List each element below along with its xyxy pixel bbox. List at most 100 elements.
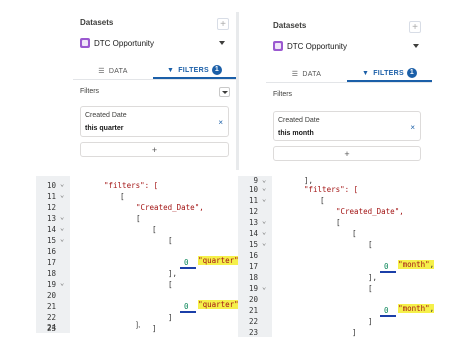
line-number: 23 (248, 328, 258, 337)
filters-dropdown-button[interactable] (219, 87, 230, 97)
dataset-name: DTC Opportunity (94, 39, 155, 48)
close-icon[interactable]: × (218, 118, 223, 127)
highlighted-string: "month" (398, 260, 430, 269)
fold-chevron-icon[interactable]: ⌄ (262, 283, 266, 291)
right-code-editor: 9 ⌄ 10 ⌄ 11 ⌄ 12 13 ⌄ 14 ⌄ 15 ⌄ 16 17 18… (238, 176, 438, 337)
line-number: 20 (248, 295, 258, 304)
datasets-label: Datasets (80, 18, 114, 27)
code-line-highlighted: "quarter", (180, 247, 244, 274)
code-line: "Created_Date", (136, 203, 204, 212)
highlighted-string: "month" (398, 304, 430, 313)
right-dataset-panel: Datasets + DTC Opportunity ☰ DATA ▼ FILT… (266, 15, 432, 170)
tab-data[interactable]: ☰ DATA (73, 63, 153, 79)
plus-icon: + (151, 145, 158, 155)
line-number: 15 (46, 236, 56, 245)
fold-chevron-icon[interactable]: ⌄ (60, 235, 64, 243)
left-code-editor: 10 ⌄ 11 ⌄ 12 13 ⌄ 14 ⌄ 15 ⌄ 16 17 18 19 … (36, 176, 244, 333)
tab-filters[interactable]: ▼ FILTERS 1 (153, 63, 236, 79)
line-number: 16 (46, 247, 56, 256)
chevron-down-icon[interactable] (219, 41, 225, 45)
filter-count-badge: 1 (211, 65, 222, 75)
code-line: 0 (384, 306, 389, 315)
code-line: [ (136, 214, 141, 223)
fold-chevron-icon[interactable]: ⌄ (60, 180, 64, 188)
code-line: ], (304, 176, 314, 185)
annotation-underline (180, 311, 196, 313)
add-dataset-button[interactable]: + (217, 18, 229, 30)
plus-icon: + (344, 149, 350, 159)
chevron-down-icon[interactable] (413, 44, 419, 48)
fold-chevron-icon[interactable]: ⌄ (262, 228, 266, 236)
filters-label: Filters (273, 91, 293, 98)
filter-value: this quarter (85, 125, 124, 132)
code-line: ] (352, 328, 357, 337)
code-line: [ (320, 196, 325, 205)
fold-chevron-icon[interactable]: ⌄ (262, 184, 266, 192)
code-line: [ (368, 284, 373, 293)
fold-chevron-icon[interactable]: ⌄ (262, 176, 266, 184)
line-number: 12 (248, 207, 258, 216)
filter-count-badge: 1 (406, 68, 417, 78)
highlighted-string: "quarter" (198, 300, 239, 309)
line-number: 11 (248, 196, 258, 205)
add-dataset-button[interactable]: + (409, 21, 421, 33)
filter-card[interactable]: Created Date this quarter × (80, 106, 229, 137)
add-filter-button[interactable]: + (80, 142, 229, 157)
line-number: 21 (46, 302, 56, 311)
line-number: 17 (46, 258, 56, 267)
add-filter-button[interactable]: + (273, 146, 421, 161)
filter-card[interactable]: Created Date this month × (273, 111, 421, 141)
dataset-icon (273, 41, 283, 51)
annotation-underline (380, 271, 396, 273)
filters-label: Filters (80, 88, 100, 95)
line-number: 16 (248, 251, 258, 260)
code-line: [ (168, 280, 173, 289)
fold-chevron-icon[interactable]: ⌄ (60, 213, 64, 221)
fold-chevron-icon[interactable]: ⌄ (262, 195, 266, 203)
code-line: ], (136, 320, 141, 329)
close-icon[interactable]: × (410, 123, 415, 132)
fold-chevron-icon[interactable]: ⌄ (262, 239, 266, 247)
list-icon: ☰ (291, 71, 299, 78)
dataset-name: DTC Opportunity (287, 42, 348, 51)
line-number: 12 (46, 203, 56, 212)
code-line: ] (368, 317, 373, 326)
fold-chevron-icon[interactable]: ⌄ (60, 224, 64, 232)
line-number: 24 (46, 323, 56, 332)
line-number: 13 (46, 214, 56, 223)
filter-field-label: Created Date (278, 117, 320, 124)
line-number: 15 (248, 240, 258, 249)
panel-tabs: ☰ DATA ▼ FILTERS 1 (266, 66, 432, 83)
code-line-highlighted: "quarter", (180, 291, 244, 318)
fold-chevron-icon[interactable]: ⌄ (60, 279, 64, 287)
code-line: 0 (184, 258, 189, 267)
line-number: 14 (46, 225, 56, 234)
line-number: 21 (248, 306, 258, 315)
annotation-underline (180, 267, 196, 269)
line-number: 18 (46, 269, 56, 278)
left-dataset-panel: Datasets + DTC Opportunity ☰ DATA ▼ FILT… (73, 12, 236, 170)
datasets-label: Datasets (273, 21, 307, 30)
fold-chevron-icon[interactable]: ⌄ (60, 191, 64, 199)
code-line: "filters": [ (104, 181, 159, 190)
code-line: [ (352, 229, 357, 238)
tab-data-label: DATA (108, 67, 128, 75)
code-line: ], (368, 273, 378, 282)
line-number: 14 (248, 229, 258, 238)
code-line: ] (152, 324, 157, 333)
filter-field-label: Created Date (85, 112, 127, 119)
line-number: 18 (248, 273, 258, 282)
tab-data[interactable]: ☰ DATA (266, 66, 347, 82)
line-number: 10 (46, 181, 56, 190)
dataset-icon (80, 38, 90, 48)
code-line: ], (168, 269, 178, 278)
line-number: 20 (46, 291, 56, 300)
tab-filters[interactable]: ▼ FILTERS 1 (347, 66, 432, 82)
code-line: [ (368, 240, 373, 249)
line-number: 17 (248, 262, 258, 271)
panel-tabs: ☰ DATA ▼ FILTERS 1 (73, 63, 236, 80)
line-number: 19 (46, 280, 56, 289)
filter-icon: ▼ (167, 66, 175, 74)
code-line: 0 (184, 302, 189, 311)
fold-chevron-icon[interactable]: ⌄ (262, 217, 266, 225)
